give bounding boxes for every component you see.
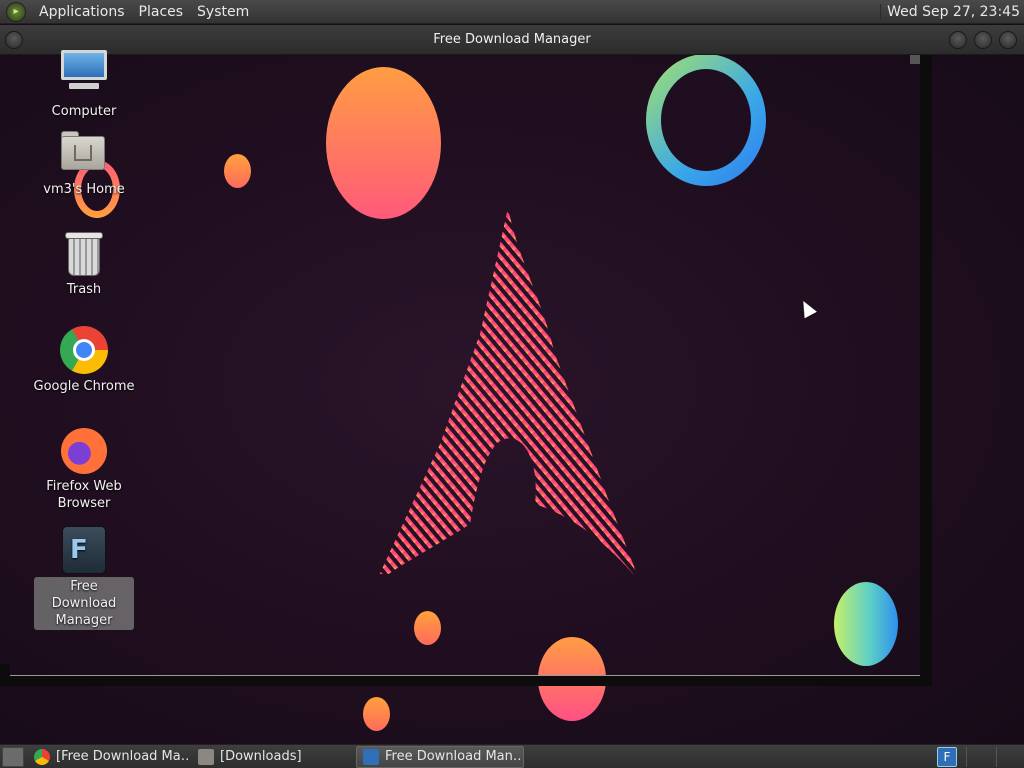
wallpaper-small-blob xyxy=(363,697,390,731)
desktop-icon-home[interactable]: vm3's Home xyxy=(24,128,144,199)
desktop-icon-label: Trash xyxy=(66,282,102,297)
desktop-icon-fdm[interactable]: F Free Download Manager xyxy=(24,525,144,630)
show-desktop-button[interactable] xyxy=(2,746,24,767)
menu-places[interactable]: Places xyxy=(132,0,191,24)
taskbar-item-fdm[interactable]: Free Download Man… xyxy=(356,745,524,768)
fdm-window-edge xyxy=(0,664,10,686)
menu-system[interactable]: System xyxy=(190,0,256,24)
fdm-tray-icon[interactable]: F xyxy=(937,747,957,767)
desktop-icon-label: Computer xyxy=(51,104,117,119)
desktop-icon-label: vm3's Home xyxy=(43,182,125,197)
taskbar-item-chrome[interactable]: [Free Download Ma… xyxy=(28,746,188,768)
taskbar-item-label: Free Download Man… xyxy=(385,749,524,764)
menu-applications[interactable]: Applications xyxy=(32,0,132,24)
scrollbar-handle[interactable] xyxy=(910,55,920,64)
window-title: Free Download Manager xyxy=(433,32,591,47)
tray-separator xyxy=(996,747,1016,767)
desktop-icon-chrome[interactable]: Google Chrome xyxy=(24,325,144,396)
firefox-icon xyxy=(59,425,109,475)
minimize-button[interactable] xyxy=(949,31,967,49)
desktop-icon-label: Google Chrome xyxy=(33,379,135,394)
taskbar-item-label: [Free Download Ma… xyxy=(56,749,188,764)
fdm-window-titlebar[interactable]: Free Download Manager xyxy=(0,25,1024,55)
desktop-icon-computer[interactable]: Computer xyxy=(24,50,144,121)
taskbar-item-label: [Downloads] xyxy=(220,749,302,764)
desktop-icon-label: Free Download Manager xyxy=(34,577,134,630)
taskbar-item-downloads[interactable]: [Downloads] xyxy=(192,746,352,768)
folder-icon xyxy=(198,748,214,765)
desktop-icon-label: Firefox Web Browser xyxy=(46,479,122,511)
chrome-icon xyxy=(34,748,50,765)
clock[interactable]: Wed Sep 27, 23:45 xyxy=(880,3,1024,20)
maximize-button[interactable] xyxy=(974,31,992,49)
chrome-icon xyxy=(59,325,109,375)
desktop-icon-firefox[interactable]: Firefox Web Browser xyxy=(24,425,144,513)
close-button[interactable] xyxy=(999,31,1017,49)
desktop-icon-trash[interactable]: Trash xyxy=(24,228,144,299)
fdm-window-body[interactable] xyxy=(9,55,921,676)
window-menu-button[interactable] xyxy=(5,31,23,49)
computer-icon xyxy=(59,50,109,100)
tray-separator xyxy=(966,747,986,767)
fdm-icon: F xyxy=(59,525,109,575)
top-panel: ▸ Applications Places System Wed Sep 27,… xyxy=(0,0,1024,24)
menu-logo-icon[interactable]: ▸ xyxy=(6,1,26,22)
bottom-panel: [Free Download Ma… [Downloads] Free Down… xyxy=(0,744,1024,768)
fdm-icon xyxy=(363,748,379,765)
trash-icon xyxy=(59,228,109,278)
home-folder-icon xyxy=(59,128,109,178)
